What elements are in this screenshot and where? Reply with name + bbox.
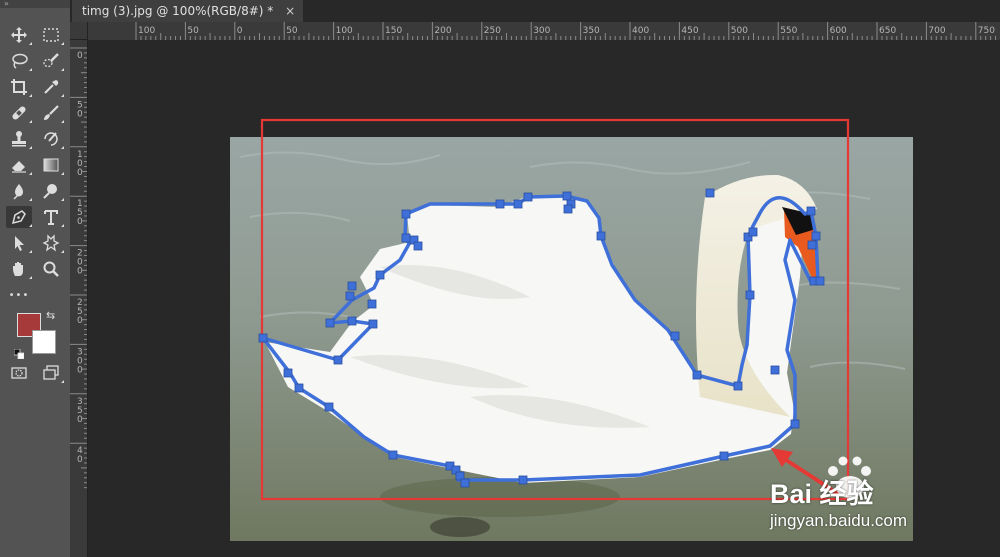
background-color-swatch[interactable] [32,330,56,354]
pen-tool-icon[interactable] [6,206,32,228]
lasso-tool-icon[interactable] [6,50,32,72]
v-ruler-label: 0 [77,455,83,465]
h-ruler-label: 0 [237,26,243,36]
v-ruler-label: 0 [77,365,83,375]
clone-stamp-tool-icon[interactable] [6,128,32,150]
custom-shape-tool-icon[interactable] [38,232,64,254]
horizontal-ruler[interactable]: 100 50 0 50 100 150 200 250 300 350 400 450 500 550 60… [88,22,1000,41]
ruler-origin[interactable] [70,22,88,40]
swap-colors-icon[interactable]: ⇆ [46,309,55,322]
marquee-tool-icon[interactable] [38,24,64,46]
eraser-tool-icon[interactable] [6,154,32,176]
gradient-tool-icon[interactable] [38,154,64,176]
h-ruler-label: 100 [336,26,353,36]
document-tab-title: timg (3).jpg @ 100%(RGB/8#) * [82,4,274,18]
h-ruler-label: 200 [434,26,451,36]
baidu-watermark: Bai 经验 [770,479,874,509]
path-selection-tool-icon[interactable] [6,232,32,254]
v-ruler-label: 0 [77,51,83,61]
dodge-tool-icon[interactable] [38,180,64,202]
quick-selection-tool-icon[interactable] [38,50,64,72]
move-tool-icon[interactable] [6,24,32,46]
blur-tool-icon[interactable] [6,180,32,202]
h-ruler-label: 650 [879,26,896,36]
close-tab-icon[interactable]: × [285,4,295,18]
h-ruler-label: 350 [583,26,600,36]
more-tools-icon[interactable]: ••• [6,284,32,306]
type-tool-icon[interactable] [38,206,64,228]
v-ruler-label: 0 [77,316,83,326]
h-ruler-label: 400 [632,26,649,36]
h-ruler-label: 600 [830,26,847,36]
h-ruler-label: 450 [681,26,698,36]
history-brush-tool-icon[interactable] [38,128,64,150]
v-ruler-label: 0 [77,267,83,277]
quick-mask-icon[interactable] [6,362,32,384]
hand-tool-icon[interactable] [6,258,32,280]
v-ruler-label: 0 [77,109,83,119]
vertical-ruler[interactable]: 05010015020025030035040 [70,40,88,557]
eyedropper-tool-icon[interactable] [38,76,64,98]
h-ruler-label: 250 [484,26,501,36]
h-ruler-label: 100 [138,26,155,36]
screen-mode-icon[interactable] [38,362,64,384]
h-ruler-label: 300 [533,26,550,36]
document-tab[interactable]: timg (3).jpg @ 100%(RGB/8#) * × [72,0,304,22]
healing-brush-tool-icon[interactable] [6,102,32,124]
brush-tool-icon[interactable] [38,102,64,124]
h-ruler-label: 150 [385,26,402,36]
h-ruler-label: 550 [780,26,797,36]
baidu-watermark-url: jingyan.baidu.com [770,511,908,530]
h-ruler-label: 500 [731,26,748,36]
crop-tool-icon[interactable] [6,76,32,98]
h-ruler-label: 50 [187,26,199,36]
h-ruler-label: 750 [978,26,995,36]
default-colors-icon[interactable] [13,344,25,360]
v-ruler-label: 0 [77,217,83,227]
panel-grip[interactable]: » [0,0,70,8]
tools-panel: » ••• ⇆ [0,0,70,557]
h-ruler-label: 700 [928,26,945,36]
zoom-tool-icon[interactable] [38,258,64,280]
v-ruler-label: 0 [77,415,83,425]
v-ruler-label: 0 [77,168,83,178]
h-ruler-label: 50 [286,26,298,36]
document-tab-bar: timg (3).jpg @ 100%(RGB/8#) * × [70,0,1000,22]
